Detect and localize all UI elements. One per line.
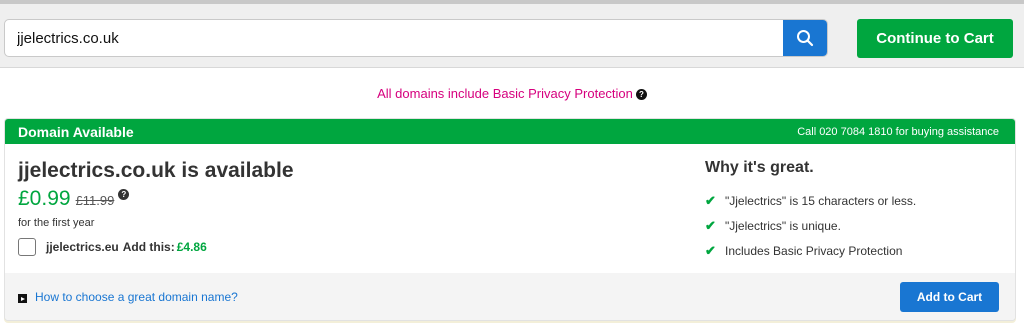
search-bar: Continue to Cart bbox=[0, 0, 1024, 68]
why-item-text: "Jjelectrics" is unique. bbox=[725, 218, 841, 233]
card-header-title: Domain Available bbox=[18, 124, 134, 140]
domain-headline: jjelectrics.co.uk is available bbox=[18, 159, 294, 182]
check-icon: ✔ bbox=[705, 217, 716, 233]
continue-to-cart-button[interactable]: Continue to Cart bbox=[857, 19, 1013, 58]
search-icon bbox=[797, 30, 814, 47]
phone-assistance: Call 020 7084 1810 for buying assistance bbox=[797, 126, 999, 138]
privacy-note-text: All domains include Basic Privacy Protec… bbox=[377, 86, 633, 101]
privacy-note: All domains include Basic Privacy Protec… bbox=[0, 86, 1024, 101]
why-its-great: Why it's great. ✔ "Jjelectrics" is 15 ch… bbox=[705, 159, 916, 263]
help-icon[interactable]: ? bbox=[635, 89, 647, 100]
add-to-cart-button[interactable]: Add to Cart bbox=[900, 282, 999, 312]
why-item-text: "Jjelectrics" is 15 characters or less. bbox=[725, 193, 917, 208]
card-header: Domain Available Call 020 7084 1810 for … bbox=[5, 119, 1015, 144]
domain-result-card: Domain Available Call 020 7084 1810 for … bbox=[4, 118, 1016, 321]
addon-price: £4.86 bbox=[176, 240, 207, 254]
price-term: for the first year bbox=[18, 217, 95, 229]
card-footer: How to choose a great domain name? Add t… bbox=[5, 273, 1015, 320]
domain-guide-link[interactable]: How to choose a great domain name? bbox=[35, 290, 238, 304]
why-item-text: Includes Basic Privacy Protection bbox=[725, 243, 903, 258]
price: £0.99 bbox=[18, 187, 71, 210]
check-icon: ✔ bbox=[705, 192, 716, 208]
why-item: ✔ "Jjelectrics" is 15 characters or less… bbox=[705, 188, 916, 213]
price-help-icon[interactable]: ? bbox=[118, 189, 130, 200]
addon-checkbox[interactable] bbox=[18, 238, 36, 256]
search-input[interactable] bbox=[5, 20, 783, 56]
price-row: £0.99 £11.99 ? bbox=[18, 187, 130, 211]
play-icon bbox=[18, 294, 27, 303]
addon-row: jjelectrics.eu Add this: £4.86 bbox=[18, 238, 207, 256]
addon-domain: jjelectrics.eu bbox=[46, 240, 119, 254]
check-icon: ✔ bbox=[705, 242, 716, 258]
search-button[interactable] bbox=[783, 20, 827, 56]
search-field bbox=[4, 19, 828, 57]
old-price: £11.99 bbox=[75, 193, 115, 208]
why-item: ✔ "Jjelectrics" is unique. bbox=[705, 213, 916, 238]
addon-label: Add this: bbox=[122, 240, 175, 254]
why-item: ✔ Includes Basic Privacy Protection bbox=[705, 238, 916, 263]
why-title: Why it's great. bbox=[705, 159, 814, 176]
